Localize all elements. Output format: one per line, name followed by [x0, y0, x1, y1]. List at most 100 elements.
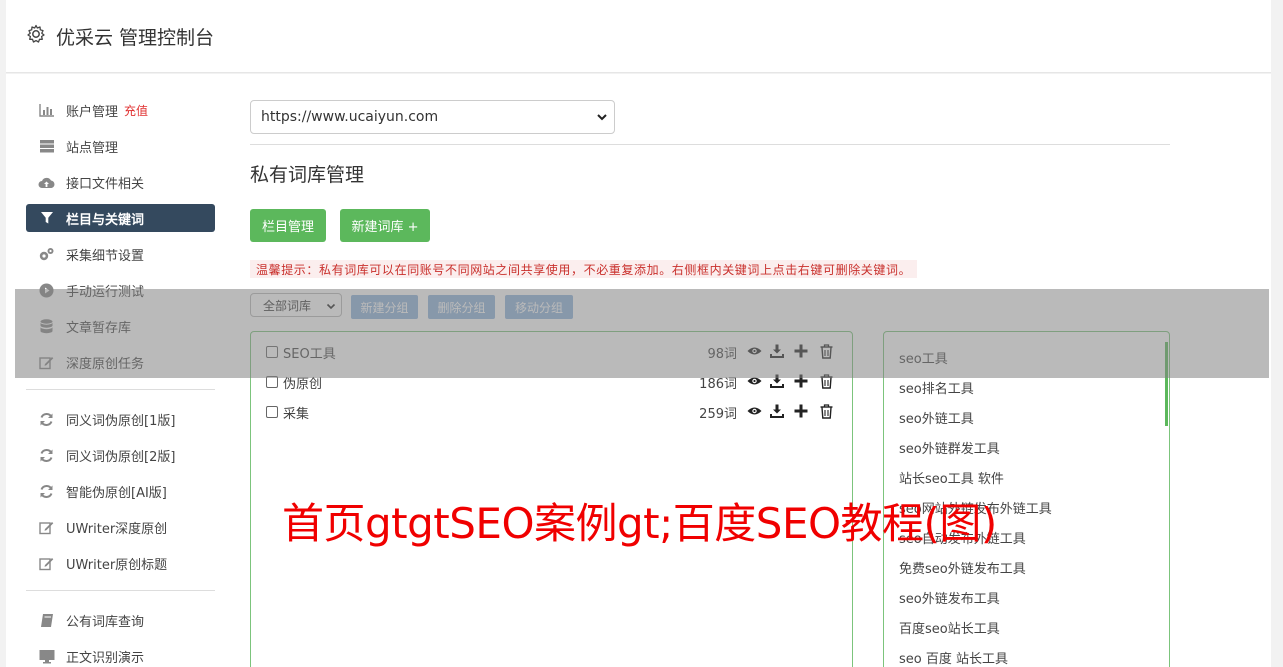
library-count: 186词 [699, 377, 737, 392]
cloud-upload-icon [38, 174, 55, 191]
keyword-item[interactable]: seo外链群发工具 [899, 438, 1000, 457]
keyword-item[interactable]: 百度seo站长工具 [899, 618, 1000, 637]
keyword-item[interactable]: 站长seo工具 软件 [899, 468, 1004, 487]
bar-chart-icon [38, 102, 55, 119]
sidebar-item-label: 同义词伪原创[2版] [66, 449, 176, 465]
chevron-down-icon [326, 303, 336, 310]
sidebar-item-synonym-v1[interactable]: 同义词伪原创[1版] [26, 405, 215, 433]
download-icon[interactable] [769, 373, 785, 389]
site-select-value: https://www.ucaiyun.com [261, 109, 439, 125]
library-count: 98词 [707, 347, 737, 362]
sidebar-item-label: 手动运行测试 [66, 284, 145, 300]
library-row: 伪原创 186词 [266, 373, 836, 393]
divider [250, 144, 1170, 145]
watermark-caption: 首页gtgtSEO案例gt;百度SEO教程(图) [282, 499, 997, 548]
library-row: SEO工具 98词 [266, 343, 836, 363]
library-filter-select[interactable]: 全部词库 [250, 293, 342, 317]
library-filter-value: 全部词库 [263, 298, 312, 313]
sidebar-item-ai-rewrite[interactable]: 智能伪原创[AI版] [26, 477, 215, 505]
trash-icon[interactable] [818, 403, 834, 419]
eye-icon[interactable] [746, 403, 762, 419]
gear-icon [27, 24, 45, 43]
monitor-icon [38, 648, 55, 665]
plus-icon[interactable] [793, 403, 809, 419]
sidebar-item-text-recognition[interactable]: 正文识别演示 [26, 642, 215, 667]
keyword-item[interactable]: 免费seo外链发布工具 [899, 558, 1026, 577]
new-library-button[interactable]: 新建词库 + [340, 209, 430, 242]
chevron-down-icon [597, 114, 607, 121]
sidebar-item-label: 智能伪原创[AI版] [66, 485, 167, 501]
plus-icon[interactable] [793, 343, 809, 359]
edit-icon [38, 555, 55, 572]
sidebar-item-label: 接口文件相关 [66, 176, 145, 192]
keyword-item[interactable]: seo工具 [899, 348, 948, 367]
hint-text: 温馨提示：私有词库可以在同账号不同网站之间共享使用，不必重复添加。右侧框内关键词… [250, 260, 918, 278]
sidebar-item-article-store[interactable]: 文章暂存库 [26, 312, 215, 340]
edit-icon [38, 354, 55, 371]
sidebar-item-synonym-v2[interactable]: 同义词伪原创[2版] [26, 441, 215, 469]
sidebar-item-account[interactable]: 账户管理 充值 [26, 96, 215, 124]
sidebar-item-label: 采集细节设置 [66, 248, 145, 264]
sidebar-item-uwriter-title[interactable]: UWriter原创标题 [26, 549, 215, 577]
library-name: 采集 [283, 407, 310, 422]
sidebar-item-public-library[interactable]: 公有词库查询 [26, 606, 215, 634]
book-icon [38, 612, 55, 629]
sidebar-item-deep-original[interactable]: 深度原创任务 [26, 348, 215, 376]
sidebar-item-label: 公有词库查询 [66, 614, 145, 630]
edit-icon [38, 519, 55, 536]
sidebar-item-label: 账户管理 [66, 104, 119, 120]
trash-icon[interactable] [818, 343, 834, 359]
sidebar-item-label: UWriter深度原创 [66, 521, 168, 537]
library-row: 采集 259词 [266, 403, 836, 423]
delete-group-button[interactable]: 删除分组 [428, 295, 495, 319]
move-group-button[interactable]: 移动分组 [505, 295, 573, 319]
sidebar-item-label: UWriter原创标题 [66, 557, 168, 573]
keyword-item[interactable]: seo外链发布工具 [899, 588, 1000, 607]
sidebar-item-label: 站点管理 [66, 140, 119, 156]
library-checkbox[interactable] [266, 376, 278, 388]
site-select[interactable]: https://www.ucaiyun.com [250, 100, 615, 134]
library-checkbox[interactable] [266, 346, 278, 358]
sidebar-item-label: 栏目与关键词 [66, 212, 145, 228]
eye-icon[interactable] [746, 343, 762, 359]
library-count: 259词 [699, 407, 737, 422]
app-title: 优采云 管理控制台 [56, 27, 215, 49]
sidebar-item-label: 正文识别演示 [66, 650, 145, 666]
keyword-item[interactable]: seo外链工具 [899, 408, 974, 427]
keyword-item[interactable]: seo 百度 站长工具 [899, 648, 1008, 667]
library-name: 伪原创 [283, 377, 323, 392]
sidebar-item-uwriter-deep[interactable]: UWriter深度原创 [26, 513, 215, 541]
download-icon[interactable] [769, 403, 785, 419]
new-group-button[interactable]: 新建分组 [351, 295, 418, 319]
sidebar: 账户管理 充值 站点管理 接口文件相关 栏目与关键词 采集细节设置 手动运行测试… [26, 96, 215, 667]
sidebar-item-manual-run[interactable]: 手动运行测试 [26, 276, 215, 304]
page-title: 私有词库管理 [250, 164, 365, 186]
keyword-item[interactable]: seo排名工具 [899, 378, 974, 397]
server-icon [38, 138, 55, 155]
sidebar-divider [26, 389, 215, 390]
database-icon [38, 318, 55, 335]
sidebar-item-collect-settings[interactable]: 采集细节设置 [26, 240, 215, 268]
sidebar-item-label: 深度原创任务 [66, 356, 145, 372]
plus-icon[interactable] [793, 373, 809, 389]
sidebar-item-columns-keywords[interactable]: 栏目与关键词 [26, 204, 215, 232]
gears-icon [38, 246, 55, 263]
refresh-icon [38, 483, 55, 500]
download-icon[interactable] [769, 343, 785, 359]
refresh-icon [38, 447, 55, 464]
sidebar-divider [26, 590, 215, 591]
sidebar-item-label: 同义词伪原创[1版] [66, 413, 176, 429]
keyword-scrollbar[interactable] [1165, 342, 1168, 426]
sidebar-item-sites[interactable]: 站点管理 [26, 132, 215, 160]
recharge-link[interactable]: 充值 [124, 102, 148, 119]
sidebar-item-label: 文章暂存库 [66, 320, 132, 336]
play-circle-icon [38, 282, 55, 299]
column-manage-button[interactable]: 栏目管理 [250, 209, 326, 242]
library-checkbox[interactable] [266, 406, 278, 418]
filter-icon [38, 210, 55, 227]
eye-icon[interactable] [746, 373, 762, 389]
refresh-icon [38, 411, 55, 428]
sidebar-item-api-files[interactable]: 接口文件相关 [26, 168, 215, 196]
library-name: SEO工具 [283, 347, 336, 362]
trash-icon[interactable] [818, 373, 834, 389]
